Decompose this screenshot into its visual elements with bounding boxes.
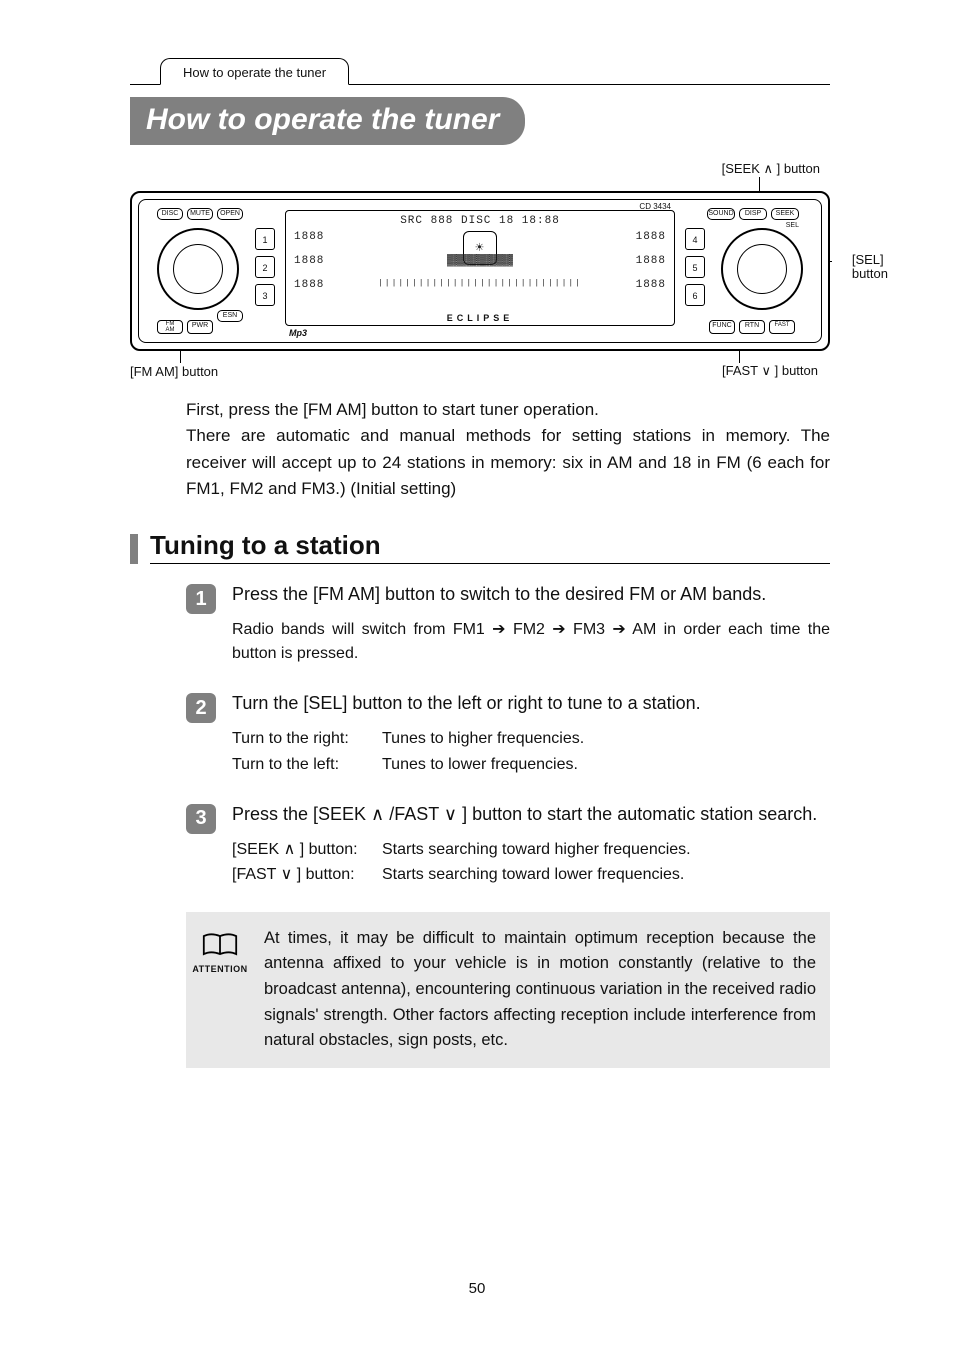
sound-button: SOUND <box>707 208 735 220</box>
page-title: How to operate the tuner <box>130 97 525 145</box>
preset-2: 2 <box>255 256 275 278</box>
esn-button: ESN <box>217 310 243 322</box>
intro-line-1: First, press the [FM AM] button to start… <box>186 400 599 419</box>
callout-sel: [SEL] button <box>852 253 888 282</box>
pwr-button: PWR <box>187 320 213 334</box>
step-1-title: Press the [FM AM] button to switch to th… <box>232 582 830 607</box>
row-val: Tunes to lower frequencies. <box>382 752 578 778</box>
lcd-screen: SRC 888 DISC 18 18:88 1888 ☀ 1888 1888 ▓… <box>285 210 675 326</box>
rtn-button: RTN <box>739 320 765 334</box>
preset-6: 6 <box>685 284 705 306</box>
callout-fast: [FAST ∨ ] button <box>722 363 818 379</box>
preset-5: 5 <box>685 256 705 278</box>
row-val: Starts searching toward lower frequencie… <box>382 862 684 888</box>
mp3-logo: Mp3 <box>289 328 307 338</box>
step-2: 2 Turn the [SEL] button to the left or r… <box>186 691 830 795</box>
step-3-title: Press the [SEEK ∧ /FAST ∨ ] button to st… <box>232 802 830 827</box>
preset-col-right: 4 5 6 <box>685 228 705 312</box>
row-val: Tunes to higher frequencies. <box>382 726 584 752</box>
device-diagram: [SEEK ∧ ] button [SEL] button [FAST ∨ ] … <box>130 163 830 373</box>
screen-row-2: 1888 ▓▓▓▓▓▓▓▓▓▓ 1888 <box>294 255 666 267</box>
disp-button: DISP <box>739 208 767 220</box>
section-tab-wrap: How to operate the tuner <box>130 55 830 85</box>
disc-button: DISC <box>157 208 183 220</box>
step-number: 2 <box>186 693 216 723</box>
seek-button: SEEK <box>771 208 799 220</box>
callout-seek: [SEEK ∧ ] button <box>722 161 820 177</box>
preset-col-left: 1 2 3 <box>255 228 275 312</box>
screen-row-3: 1888 |||||||||||||||||||||||||||||| 1888 <box>294 279 666 291</box>
row-val: Starts searching toward higher frequenci… <box>382 837 691 863</box>
preset-1: 1 <box>255 228 275 250</box>
step-2-title: Turn the [SEL] button to the left or rig… <box>232 691 830 716</box>
step-number: 1 <box>186 584 216 614</box>
page-number: 50 <box>0 1280 954 1297</box>
screen-top-row: SRC 888 DISC 18 18:88 <box>294 215 666 227</box>
preset-3: 3 <box>255 284 275 306</box>
screen-r3-r: 1888 <box>636 279 666 291</box>
func-button: FUNC <box>709 320 735 334</box>
heading-accent-bar <box>130 534 138 564</box>
row-key: [FAST ∨ ] button: <box>232 862 382 888</box>
eclipse-logo: ECLIPSE <box>286 313 674 323</box>
sel-knob <box>721 228 803 310</box>
book-icon <box>202 932 238 960</box>
sel-label: SEL <box>786 222 799 229</box>
attention-text: At times, it may be difficult to maintai… <box>264 926 816 1054</box>
section-heading: Tuning to a station <box>150 530 830 564</box>
step-1-detail: Radio bands will switch from FM1 ➔ FM2 ➔… <box>232 618 830 668</box>
step-1: 1 Press the [FM AM] button to switch to … <box>186 582 830 685</box>
attention-box: ATTENTION At times, it may be difficult … <box>186 912 830 1068</box>
step-3: 3 Press the [SEEK ∧ /FAST ∨ ] button to … <box>186 802 830 906</box>
screen-r3-l: 1888 <box>294 279 324 291</box>
step-number: 3 <box>186 804 216 834</box>
step-2-table: Turn to the right:Tunes to higher freque… <box>232 726 830 777</box>
callout-fmam: [FM AM] button <box>130 364 218 379</box>
row-key: Turn to the right: <box>232 726 382 752</box>
car-stereo-face: SEL DISC MUTE OPEN SOUND DISP SEEK ESN F… <box>130 191 830 351</box>
section-tab: How to operate the tuner <box>160 58 349 85</box>
fm-am-button: FM AM <box>157 320 183 334</box>
attention-label: ATTENTION <box>192 964 247 974</box>
attention-icon-col: ATTENTION <box>192 926 248 974</box>
intro-line-2: There are automatic and manual methods f… <box>186 426 830 498</box>
fast-button: FAST <box>769 320 795 334</box>
row-key: Turn to the left: <box>232 752 382 778</box>
device-inner: SEL DISC MUTE OPEN SOUND DISP SEEK ESN F… <box>138 199 822 343</box>
step-3-table: [SEEK ∧ ] button:Starts searching toward… <box>232 837 830 888</box>
screen-r2-l: 1888 <box>294 255 324 267</box>
intro-paragraph: First, press the [FM AM] button to start… <box>186 397 830 502</box>
mute-button: MUTE <box>187 208 213 220</box>
section-heading-row: Tuning to a station <box>130 530 830 564</box>
preset-4: 4 <box>685 228 705 250</box>
screen-r2-r: 1888 <box>636 255 666 267</box>
row-key: [SEEK ∧ ] button: <box>232 837 382 863</box>
volume-knob <box>157 228 239 310</box>
open-button: OPEN <box>217 208 243 220</box>
